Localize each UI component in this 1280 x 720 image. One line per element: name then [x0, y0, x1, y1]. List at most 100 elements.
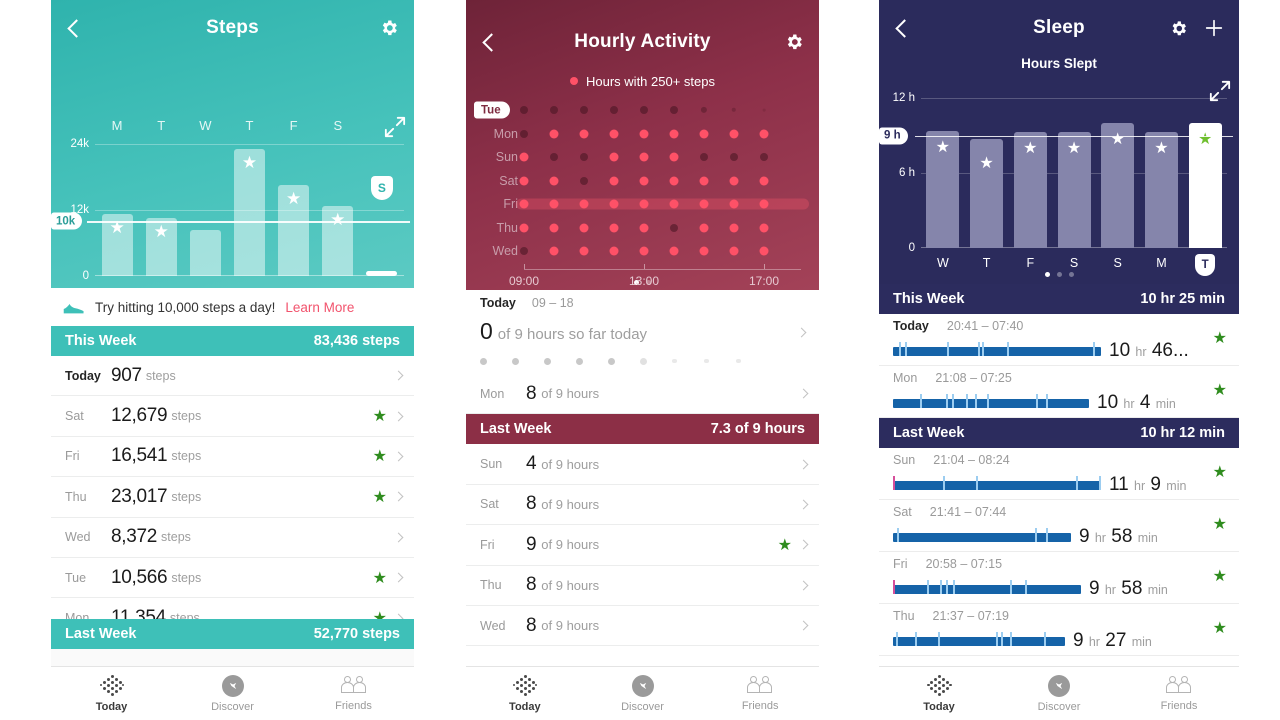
- hourly-today-block[interactable]: Today 09 – 18 0 of 9 hours so far today: [466, 290, 819, 374]
- table-row[interactable]: Wed 8,372 steps: [51, 518, 414, 558]
- table-row[interactable]: Thu 23,017 steps ★: [51, 477, 414, 518]
- hourly-dot-active[interactable]: [639, 152, 649, 162]
- hourly-dot-active[interactable]: [579, 223, 589, 232]
- sleep-bar[interactable]: ★: [970, 139, 1004, 248]
- hourly-dot-inactive[interactable]: [520, 247, 528, 255]
- hourly-dot-active[interactable]: [639, 176, 649, 185]
- table-row[interactable]: Sat 21:41 – 07:44 9 hr 58 min ★: [879, 500, 1239, 552]
- table-row[interactable]: Sun 21:04 – 08:24 11 hr 9 min ★: [879, 448, 1239, 500]
- page-indicator[interactable]: [879, 266, 1239, 282]
- hourly-dot-inactive[interactable]: [731, 107, 737, 113]
- hourly-dot-active[interactable]: [759, 129, 769, 138]
- hourly-dot-active[interactable]: [759, 223, 769, 232]
- tab-discover[interactable]: Discover: [999, 667, 1119, 720]
- table-row[interactable]: Fri 9 of 9 hours ★: [466, 525, 819, 566]
- tab-today[interactable]: Today: [51, 667, 172, 720]
- hourly-dot-active[interactable]: [759, 246, 769, 256]
- steps-chart[interactable]: MTWTFSS 24k 12k 0 ★ ★ ★ ★ ★ 10k: [51, 56, 414, 288]
- hourly-dot-inactive[interactable]: [610, 106, 618, 114]
- hourly-dot-inactive[interactable]: [580, 176, 588, 185]
- steps-bar[interactable]: [189, 229, 221, 276]
- hourly-dot-inactive[interactable]: [580, 153, 588, 161]
- sleep-bar[interactable]: ★: [1057, 131, 1091, 248]
- hourly-matrix-chart[interactable]: Tue Mon Sun Sat Fri Thu Wed 09:00 13:00 17:00: [466, 96, 819, 288]
- sleep-bar[interactable]: ★: [1188, 123, 1222, 248]
- table-row[interactable]: Thu 8 of 9 hours: [466, 566, 819, 606]
- hourly-dot-active[interactable]: [669, 199, 679, 209]
- hourly-dot-active[interactable]: [759, 176, 769, 185]
- hourly-dot-inactive[interactable]: [670, 106, 678, 114]
- back-button[interactable]: [885, 11, 919, 45]
- hourly-dot-active[interactable]: [669, 246, 679, 256]
- steps-bar[interactable]: ★: [278, 185, 310, 276]
- tab-friends[interactable]: Friends: [701, 667, 819, 720]
- hourly-dot-inactive[interactable]: [760, 153, 768, 161]
- table-row[interactable]: Mon 8 of 9 hours: [466, 374, 819, 415]
- settings-button[interactable]: [1161, 11, 1195, 45]
- hourly-dot-inactive[interactable]: [640, 106, 648, 114]
- hourly-dot-active[interactable]: [699, 199, 709, 209]
- hourly-dot-active[interactable]: [609, 176, 619, 185]
- table-row[interactable]: Fri 20:58 – 07:15 9 hr 58 min ★: [879, 552, 1239, 604]
- back-button[interactable]: [57, 11, 91, 45]
- hourly-dot-active[interactable]: [549, 246, 559, 256]
- hourly-dot-active[interactable]: [729, 129, 739, 138]
- table-row[interactable]: Thu 21:37 – 07:19 9 hr 27 min ★: [879, 604, 1239, 656]
- table-row[interactable]: Sun 4 of 9 hours: [466, 444, 819, 485]
- steps-partial-row[interactable]: [51, 649, 414, 666]
- hourly-dot-active[interactable]: [639, 199, 649, 209]
- steps-bar[interactable]: ★: [322, 206, 354, 276]
- table-row[interactable]: Fri 16,541 steps ★: [51, 437, 414, 478]
- table-row[interactable]: Sat 12,679 steps ★: [51, 396, 414, 437]
- sleep-bar[interactable]: ★: [1101, 123, 1135, 248]
- tab-friends[interactable]: Friends: [1119, 667, 1239, 720]
- tab-discover[interactable]: Discover: [172, 667, 293, 720]
- table-row[interactable]: Today 20:41 – 07:40 10 hr 46... ★: [879, 314, 1239, 366]
- hourly-dot-inactive[interactable]: [700, 153, 708, 161]
- hourly-dot-inactive[interactable]: [520, 129, 528, 138]
- hourly-dot-active[interactable]: [699, 246, 709, 256]
- settings-button[interactable]: [777, 25, 811, 59]
- hourly-dot-active[interactable]: [699, 176, 709, 185]
- table-row[interactable]: Today 907 steps: [51, 356, 414, 397]
- hourly-dot-active[interactable]: [579, 246, 589, 256]
- table-row[interactable]: Wed 8 of 9 hours: [466, 606, 819, 647]
- hourly-dot-active[interactable]: [699, 223, 709, 232]
- hourly-dot-active[interactable]: [729, 246, 739, 256]
- hourly-dot-active[interactable]: [729, 176, 739, 185]
- table-row[interactable]: Sat 8 of 9 hours: [466, 485, 819, 526]
- hourly-today-badge[interactable]: Tue: [474, 101, 510, 119]
- hourly-dot-active[interactable]: [579, 199, 589, 209]
- sleep-bar[interactable]: ★: [1013, 131, 1047, 248]
- hourly-dot-active[interactable]: [609, 152, 619, 162]
- hourly-dot-active[interactable]: [519, 152, 529, 162]
- steps-tip-banner[interactable]: Try hitting 10,000 steps a day! Learn Mo…: [51, 288, 414, 326]
- expand-button[interactable]: [384, 116, 406, 138]
- hourly-dot-inactive[interactable]: [550, 106, 558, 114]
- hourly-dot-active[interactable]: [609, 199, 619, 209]
- table-row[interactable]: Mon 21:08 – 07:25 10 hr 4 min ★: [879, 366, 1239, 418]
- steps-bar[interactable]: [366, 271, 398, 276]
- steps-bar[interactable]: ★: [145, 217, 177, 276]
- hourly-dot-inactive[interactable]: [730, 153, 738, 161]
- steps-bar[interactable]: ★: [234, 149, 265, 276]
- hourly-dot-inactive[interactable]: [762, 108, 766, 112]
- hourly-dot-active[interactable]: [699, 129, 709, 138]
- sleep-chart[interactable]: 12 h6 h 0 ★ W ★ T ★ F ★ S ★ S ★ M ★ T 9 h: [879, 76, 1239, 284]
- hourly-dot-active[interactable]: [639, 246, 649, 256]
- hourly-dot-active[interactable]: [669, 152, 679, 162]
- table-row[interactable]: Tue 10,566 steps ★: [51, 558, 414, 599]
- hourly-dot-active[interactable]: [609, 129, 619, 138]
- tab-today[interactable]: Today: [879, 667, 999, 720]
- hourly-dot-inactive[interactable]: [700, 106, 708, 114]
- hourly-dot-active[interactable]: [729, 199, 739, 209]
- hourly-dot-active[interactable]: [639, 129, 649, 138]
- hourly-dot-active[interactable]: [759, 199, 769, 209]
- hourly-dot-active[interactable]: [519, 176, 529, 185]
- hourly-dot-active[interactable]: [549, 223, 559, 232]
- hourly-dot-active[interactable]: [669, 129, 679, 138]
- tab-friends[interactable]: Friends: [293, 667, 414, 720]
- sleep-bar[interactable]: ★: [926, 130, 960, 248]
- tab-discover[interactable]: Discover: [584, 667, 702, 720]
- hourly-dot-active[interactable]: [609, 246, 619, 256]
